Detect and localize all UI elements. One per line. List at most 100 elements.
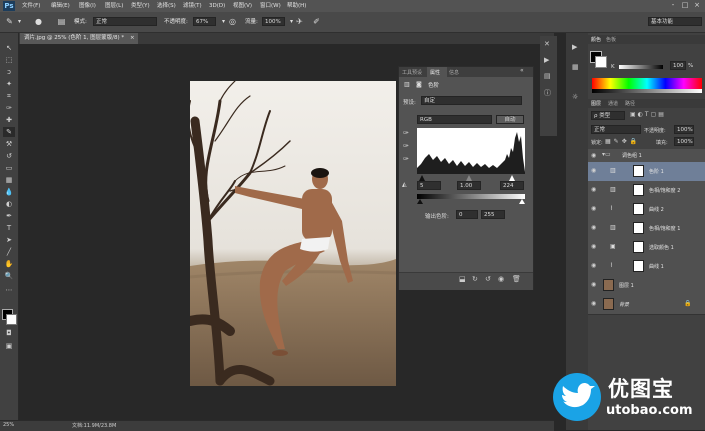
shape-tool-icon[interactable]: ╱	[3, 247, 15, 257]
zoom-level[interactable]: 25%	[3, 422, 14, 428]
black-eyedropper-icon[interactable]: ✑	[403, 129, 409, 137]
airbrush-icon[interactable]: ✈	[294, 16, 305, 27]
menu-file[interactable]: 文件(F)	[22, 0, 40, 12]
menu-image[interactable]: 图像(I)	[79, 0, 96, 12]
layer-row-background[interactable]: ◉ 背景 🔒	[588, 295, 705, 315]
opacity-input[interactable]: 67%	[193, 17, 216, 26]
eye-icon[interactable]: ◉	[591, 205, 600, 213]
document-tab[interactable]: 调片.jpg @ 25% (色阶 1, 图层蒙版/8) * ×	[20, 33, 138, 44]
toggle-visibility-icon[interactable]: ◉	[498, 275, 504, 283]
tab-swatches[interactable]: 色板	[606, 36, 616, 43]
close-window-button[interactable]: ×	[692, 1, 702, 10]
workspace-select[interactable]: 基本功能	[648, 17, 702, 26]
type-tool-icon[interactable]: T	[3, 223, 15, 233]
layer-group-row[interactable]: ◉ ▾▭ 调色组 1	[588, 149, 705, 163]
tab-color[interactable]: 颜色	[591, 36, 601, 43]
flow-input[interactable]: 100%	[262, 17, 285, 26]
tab-layers[interactable]: 图层	[591, 100, 601, 107]
healing-brush-icon[interactable]: ✚	[3, 115, 15, 125]
eye-icon[interactable]: ◉	[591, 224, 600, 232]
auto-button[interactable]: 自动	[496, 115, 524, 124]
eye-icon[interactable]: ◉	[591, 167, 600, 175]
dodge-tool-icon[interactable]: ◐	[3, 199, 15, 209]
quick-mask-icon[interactable]: ◘	[3, 328, 15, 338]
layer-row-selective-color[interactable]: ◉ ▣ 选取颜色 1	[588, 238, 705, 258]
layer-mask-thumb[interactable]	[633, 165, 644, 177]
input-black-field[interactable]: 5	[417, 181, 441, 190]
layer-mask-thumb[interactable]	[633, 222, 644, 234]
layer-mask-thumb[interactable]	[633, 184, 644, 196]
clone-stamp-icon[interactable]: ⚒	[3, 139, 15, 149]
path-select-icon[interactable]: ➤	[3, 235, 15, 245]
fill-field[interactable]: 100%	[674, 137, 694, 146]
zoom-tool-icon[interactable]: 🔍	[3, 271, 15, 281]
background-color-swatch[interactable]	[6, 314, 17, 325]
k-slider[interactable]	[619, 65, 663, 69]
menu-help[interactable]: 帮助(H)	[287, 0, 306, 12]
pen-tool-icon[interactable]: ✒	[3, 211, 15, 221]
quick-select-icon[interactable]: ✦	[3, 79, 15, 89]
eye-icon[interactable]: ◉	[591, 262, 600, 270]
eye-icon[interactable]: ◉	[591, 300, 600, 308]
adjust-icon[interactable]: ▤	[544, 72, 551, 80]
menu-layer[interactable]: 图层(L)	[105, 0, 123, 12]
trash-icon[interactable]: 🗑	[512, 275, 521, 283]
reset-icon[interactable]: ↺	[485, 275, 491, 283]
screen-mode-icon[interactable]: ▣	[3, 341, 15, 351]
gradient-icon[interactable]: ▦	[3, 175, 15, 185]
output-sliders[interactable]	[417, 199, 525, 204]
lasso-tool-icon[interactable]: ↄ	[3, 67, 15, 77]
tab-paths[interactable]: 路径	[625, 100, 635, 107]
layer-mask-icon[interactable]: ◙	[416, 81, 422, 88]
eye-icon[interactable]: ◉	[591, 281, 600, 289]
minimize-button[interactable]: -	[668, 1, 678, 10]
output-black-field[interactable]: 0	[456, 210, 478, 219]
layer-row-hue-sat-1[interactable]: ◉ ▥ 色相/饱和度 1	[588, 219, 705, 239]
chevron-down-icon[interactable]: ▾	[14, 16, 25, 27]
layer-mask-thumb[interactable]	[633, 241, 644, 253]
brush-panel-icon[interactable]: ▤	[56, 16, 67, 27]
menu-view[interactable]: 视图(V)	[233, 0, 252, 12]
history-icon[interactable]: ▶	[572, 43, 577, 51]
hand-tool-icon[interactable]: ✋	[3, 259, 15, 269]
layer-row-levels[interactable]: ◉ ▥ 色阶 1	[588, 162, 705, 182]
layer-row-curves-2[interactable]: ◉ ⌇ 曲线 2	[588, 200, 705, 220]
layer-row-layer-1[interactable]: ◉ 图层 1	[588, 276, 705, 296]
tab-tool-presets[interactable]: 工具预设	[402, 69, 422, 76]
play-icon[interactable]: ▶	[544, 56, 549, 64]
k-value-field[interactable]: 100	[670, 61, 686, 70]
menu-3d[interactable]: 3D(D)	[209, 0, 225, 12]
tab-properties[interactable]: 属性	[430, 69, 440, 76]
tab-info[interactable]: 信息	[449, 69, 459, 76]
gray-eyedropper-icon[interactable]: ✑	[403, 142, 409, 150]
blur-tool-icon[interactable]: 💧	[3, 187, 15, 197]
pressure-size-icon[interactable]: ✐	[311, 16, 322, 27]
menu-window[interactable]: 窗口(W)	[260, 0, 281, 12]
layer-filter-icons[interactable]: ▣◐T▢▤	[630, 111, 666, 118]
collapse-panel-icon[interactable]: «	[520, 67, 524, 74]
color-bg-swatch[interactable]	[595, 56, 607, 68]
menu-select[interactable]: 选择(S)	[157, 0, 176, 12]
history-brush-icon[interactable]: ↺	[3, 151, 15, 161]
brush-tool-icon[interactable]: ✎	[3, 127, 15, 137]
gray-ramp[interactable]	[592, 89, 702, 93]
input-white-field[interactable]: 224	[500, 181, 524, 190]
info-icon[interactable]: ⓘ	[544, 88, 551, 98]
document-photo[interactable]	[190, 81, 396, 386]
layer-row-hue-sat-2[interactable]: ◉ ▥ 色相/饱和度 2	[588, 181, 705, 201]
output-white-field[interactable]: 255	[481, 210, 505, 219]
eye-icon[interactable]: ◉	[591, 243, 600, 251]
eye-icon[interactable]: ◉	[591, 152, 600, 160]
blend-mode-select[interactable]: 正常	[591, 125, 641, 134]
lock-icons[interactable]: ▦✎✥🔒	[605, 138, 640, 145]
eyedropper-icon[interactable]: ✑	[3, 103, 15, 113]
maximize-button[interactable]: □	[680, 1, 690, 10]
clip-to-layer-icon[interactable]: ⬓	[459, 275, 466, 283]
styles-icon[interactable]: ☼	[572, 93, 578, 101]
crop-tool-icon[interactable]: ⌗	[3, 91, 15, 101]
channel-select[interactable]: RGB	[417, 115, 492, 124]
eye-icon[interactable]: ◉	[591, 186, 600, 194]
eraser-icon[interactable]: ▭	[3, 163, 15, 173]
menu-type[interactable]: 类型(Y)	[131, 0, 150, 12]
menu-edit[interactable]: 编辑(E)	[51, 0, 70, 12]
